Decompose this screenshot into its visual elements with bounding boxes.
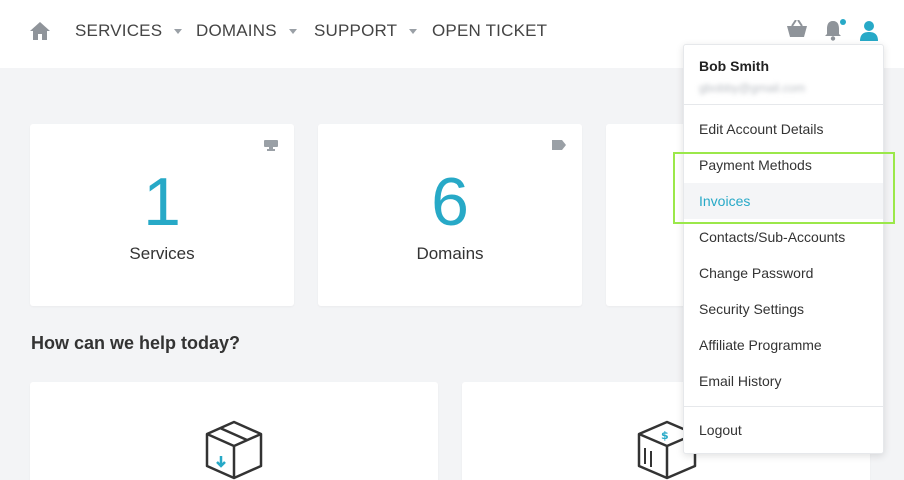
nav-open-ticket-label: OPEN TICKET (432, 21, 548, 40)
nav-services[interactable]: SERVICES (75, 21, 183, 41)
menu-change-password[interactable]: Change Password (684, 255, 883, 291)
menu-security-settings[interactable]: Security Settings (684, 291, 883, 327)
nav-support-label: SUPPORT (314, 21, 398, 40)
chevron-down-icon (174, 29, 183, 34)
account-name: Bob Smith (699, 58, 769, 74)
domains-label: Domains (416, 244, 484, 263)
account-dropdown: Bob Smith gbobby@gmail.com Edit Account … (683, 44, 884, 454)
menu-edit-account-details[interactable]: Edit Account Details (684, 111, 883, 147)
chevron-down-icon (409, 29, 418, 34)
nav-domains[interactable]: DOMAINS (196, 21, 297, 41)
menu-logout[interactable]: Logout (684, 412, 883, 448)
menu-contacts-sub-accounts[interactable]: Contacts/Sub-Accounts (684, 219, 883, 255)
menu-invoices[interactable]: Invoices (684, 183, 883, 219)
nav-open-ticket[interactable]: OPEN TICKET (432, 21, 547, 41)
domains-stat-card[interactable]: 6 Domains (318, 124, 582, 306)
chevron-down-icon (288, 29, 297, 34)
account-email: gbobby@gmail.com (699, 81, 806, 95)
domains-count: 6 (431, 164, 469, 240)
help-heading: How can we help today? (31, 333, 241, 353)
dropdown-divider (684, 406, 883, 407)
notification-dot (840, 19, 846, 25)
services-label: Services (129, 244, 195, 263)
menu-affiliate-programme[interactable]: Affiliate Programme (684, 327, 883, 363)
nav-domains-label: DOMAINS (196, 21, 277, 40)
nav-support[interactable]: SUPPORT (314, 21, 418, 41)
user-icon[interactable] (859, 20, 879, 41)
help-card-1[interactable] (30, 382, 438, 480)
cart-icon[interactable] (786, 20, 808, 40)
home-icon[interactable] (30, 22, 50, 40)
box-download-icon (205, 420, 263, 480)
tag-icon (552, 140, 566, 150)
menu-payment-methods[interactable]: Payment Methods (684, 147, 883, 183)
menu-email-history[interactable]: Email History (684, 363, 883, 399)
services-count: 1 (143, 164, 181, 240)
services-stat-card[interactable]: 1 Services (30, 124, 294, 306)
dropdown-divider (684, 104, 883, 105)
svg-text:$: $ (661, 429, 669, 442)
monitor-icon (264, 140, 278, 151)
nav-services-label: SERVICES (75, 21, 163, 40)
